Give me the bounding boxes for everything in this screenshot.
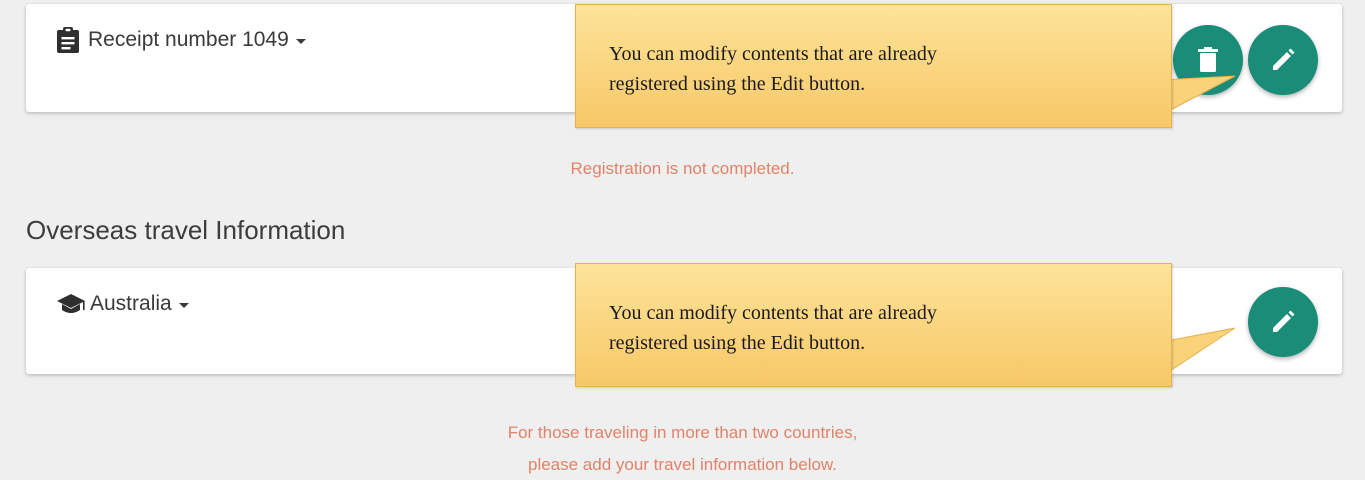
registration-status-text: Registration is not completed.	[570, 159, 795, 178]
tooltip-callout-bottom: You can modify contents that are already…	[575, 263, 1172, 387]
callout-tail-bottom	[1160, 327, 1236, 382]
pencil-icon	[1270, 309, 1296, 335]
callout-text-line2: registered using the Edit button.	[609, 73, 866, 95]
graduation-cap-icon	[56, 292, 86, 316]
callout-text-line1: You can modify contents that are already	[609, 43, 937, 65]
chevron-down-icon	[178, 303, 189, 308]
receipt-number-label: Receipt number 1049	[88, 28, 289, 51]
receipt-dropdown[interactable]: Receipt number 1049	[56, 26, 306, 54]
section-title: Overseas travel Information	[26, 215, 346, 245]
pencil-icon	[1270, 47, 1296, 73]
edit-receipt-button[interactable]	[1248, 25, 1318, 95]
callout-tail-top	[1160, 72, 1236, 120]
travel-notice-line2: please add your travel information below…	[527, 455, 837, 474]
travel-notice-line1: For those traveling in more than two cou…	[507, 423, 858, 442]
country-dropdown[interactable]: Australia	[56, 292, 189, 316]
country-label: Australia	[90, 292, 172, 315]
tooltip-callout-top: You can modify contents that are already…	[575, 4, 1172, 128]
edit-travel-button[interactable]	[1248, 287, 1318, 357]
callout-text-line2: registered using the Edit button.	[609, 332, 866, 354]
clipboard-icon	[56, 26, 80, 54]
callout-text-line1: You can modify contents that are already	[609, 302, 937, 324]
chevron-down-icon	[295, 39, 306, 44]
